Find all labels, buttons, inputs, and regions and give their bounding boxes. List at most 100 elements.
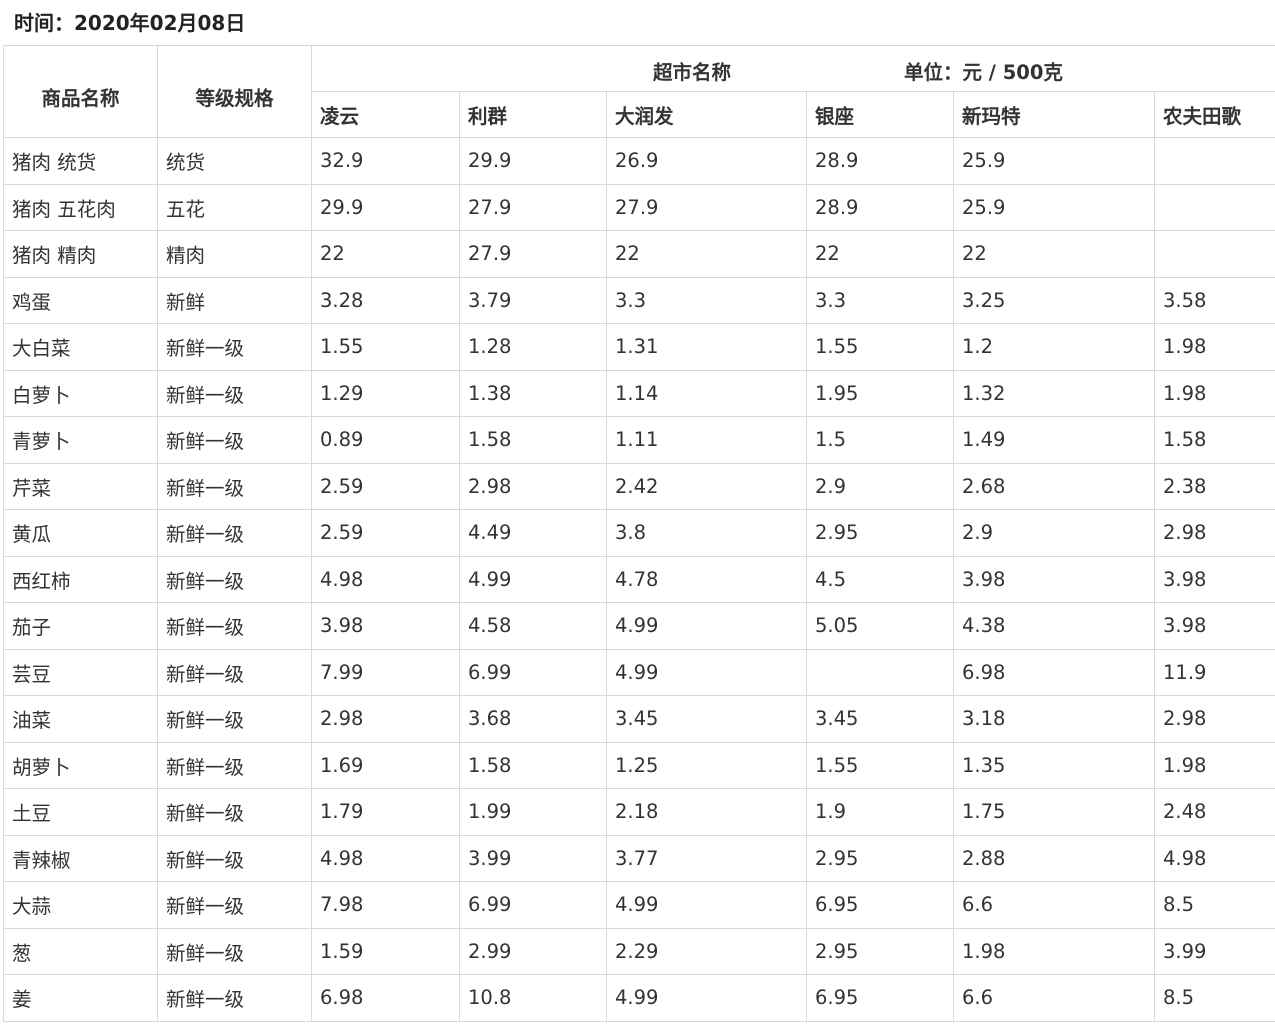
cell-price: 3.28: [311, 276, 460, 324]
cell-grade: 新鲜一级: [157, 927, 312, 975]
cell-price: 3.98: [311, 602, 460, 650]
cell-price: 32.9: [311, 137, 460, 185]
price-table: 商品名称 等级规格 超市名称 单位：元 / 500克 凌云 利群 大润发 银座 新玛特农…: [3, 45, 1275, 1022]
cell-price: 2.9: [953, 509, 1155, 557]
cell-price: 2.95: [806, 927, 954, 975]
cell-price: 1.5: [806, 416, 954, 464]
header-supermarket-group: 超市名称 单位：元 / 500克: [310, 45, 1275, 92]
cell-product-name: 土豆: [3, 788, 158, 836]
cell-price: 1.9: [806, 788, 954, 836]
cell-price: 3.25: [953, 276, 1155, 324]
cell-price: 0.89: [311, 416, 460, 464]
cell-price: 10.8: [459, 974, 607, 1022]
cell-price: 6.6: [953, 881, 1155, 929]
cell-price: 4.98: [311, 555, 460, 603]
cell-product-name: 大蒜: [3, 881, 158, 929]
cell-price: 4.49: [459, 509, 607, 557]
header-store: 农夫田歌: [1153, 91, 1275, 138]
cell-price: 2.98: [311, 695, 460, 743]
table-row: 土豆 新鲜一级 1.79 1.99 2.18 1.9 1.75 2.48: [3, 788, 1275, 836]
cell-price: 2.98: [459, 462, 607, 510]
cell-price: 4.38: [953, 602, 1155, 650]
table-row: 青辣椒 新鲜一级 4.98 3.99 3.77 2.95 2.88 4.98: [3, 834, 1275, 882]
table-row: 猪肉 精肉 精肉 22 27.9 22 22 22: [3, 230, 1275, 278]
cell-grade: 新鲜一级: [157, 741, 312, 789]
cell-price: 1.98: [1153, 369, 1275, 417]
cell-price: 3.98: [1153, 555, 1275, 603]
cell-price: 2.99: [459, 927, 607, 975]
cell-price: 6.99: [459, 648, 607, 696]
cell-price: 1.75: [953, 788, 1155, 836]
cell-price: 27.9: [606, 183, 807, 231]
cell-price: 4.99: [606, 881, 807, 929]
cell-product-name: 猪肉 统货: [3, 137, 158, 185]
cell-price: 1.58: [1153, 416, 1275, 464]
cell-price: 1.59: [311, 927, 460, 975]
table-row: 葱新鲜一级 1.59 2.99 2.29 2.95 1.98 3.99: [3, 927, 1275, 975]
cell-price: 4.58: [459, 602, 607, 650]
header-store: 银座: [806, 91, 954, 138]
table-row: 姜新鲜一级 6.98 10.8 4.99 6.95 6.6 8.5: [3, 974, 1275, 1022]
cell-price: 2.88: [953, 834, 1155, 882]
table-row: 茄子 新鲜一级 3.98 4.58 4.99 5.05 4.38 3.98: [3, 602, 1275, 650]
cell-product-name: 猪肉 五花肉: [3, 183, 158, 231]
cell-price: 25.9: [953, 183, 1155, 231]
cell-price: 1.49: [953, 416, 1155, 464]
cell-price: [1153, 137, 1275, 185]
cell-price: 1.58: [459, 416, 607, 464]
cell-price: 1.25: [606, 741, 807, 789]
cell-price: 6.98: [953, 648, 1155, 696]
cell-product-name: 大白菜: [3, 323, 158, 371]
cell-price: 1.99: [459, 788, 607, 836]
cell-price: 4.99: [606, 974, 807, 1022]
cell-price: 2.59: [311, 509, 460, 557]
table-row: 大蒜 新鲜一级 7.98 6.99 4.99 6.95 6.6 8.5: [3, 881, 1275, 929]
cell-price: 3.3: [606, 276, 807, 324]
cell-price: 1.69: [311, 741, 460, 789]
cell-price: 3.8: [606, 509, 807, 557]
cell-price: 3.18: [953, 695, 1155, 743]
cell-product-name: 西红柿: [3, 555, 158, 603]
cell-price: 7.99: [311, 648, 460, 696]
cell-price: 6.98: [311, 974, 460, 1022]
cell-grade: 新鲜一级: [157, 509, 312, 557]
cell-grade: 新鲜一级: [157, 555, 312, 603]
table-row: 大白菜 新鲜一级 1.55 1.28 1.31 1.55 1.2 1.98: [3, 323, 1275, 371]
cell-price: 6.95: [806, 974, 954, 1022]
table-row: 芹菜 新鲜一级 2.59 2.98 2.42 2.9 2.68 2.38: [3, 462, 1275, 510]
table-row: 猪肉 统货 统货 32.9 29.9 26.9 28.9 25.9: [3, 137, 1275, 185]
cell-price: 29.9: [459, 137, 607, 185]
cell-price: 2.98: [1153, 509, 1275, 557]
cell-price: 4.99: [606, 648, 807, 696]
cell-price: 1.98: [953, 927, 1155, 975]
cell-price: 3.98: [953, 555, 1155, 603]
cell-price: 8.5: [1153, 974, 1275, 1022]
cell-grade: 新鲜一级: [157, 323, 312, 371]
table-row: 胡萝卜 新鲜一级 1.69 1.58 1.25 1.55 1.35 1.98: [3, 741, 1275, 789]
cell-price: 25.9: [953, 137, 1155, 185]
header-store: 大润发: [606, 91, 807, 138]
cell-price: 2.9: [806, 462, 954, 510]
cell-grade: 新鲜一级: [157, 834, 312, 882]
cell-price: [1153, 230, 1275, 278]
cell-price: 1.35: [953, 741, 1155, 789]
table-row: 猪肉 五花肉 五花 29.9 27.9 27.9 28.9 25.9: [3, 183, 1275, 231]
cell-price: 4.99: [606, 602, 807, 650]
cell-price: 1.14: [606, 369, 807, 417]
cell-price: 26.9: [606, 137, 807, 185]
cell-price: 27.9: [459, 230, 607, 278]
cell-price: 1.38: [459, 369, 607, 417]
cell-product-name: 茄子: [3, 602, 158, 650]
table-row: 青萝卜 新鲜一级 0.89 1.58 1.11 1.5 1.49 1.58: [3, 416, 1275, 464]
cell-price: 1.29: [311, 369, 460, 417]
cell-price: 1.55: [806, 741, 954, 789]
cell-grade: 新鲜一级: [157, 369, 312, 417]
cell-price: 1.32: [953, 369, 1155, 417]
cell-price: 6.99: [459, 881, 607, 929]
cell-grade: 五花: [157, 183, 312, 231]
table-header: 商品名称 等级规格 超市名称 单位：元 / 500克 凌云 利群 大润发 银座 新玛特农…: [3, 45, 1275, 138]
cell-product-name: 葱: [3, 927, 158, 975]
cell-price: 4.99: [459, 555, 607, 603]
header-supermarket: 超市名称: [653, 61, 732, 84]
cell-price: 3.68: [459, 695, 607, 743]
